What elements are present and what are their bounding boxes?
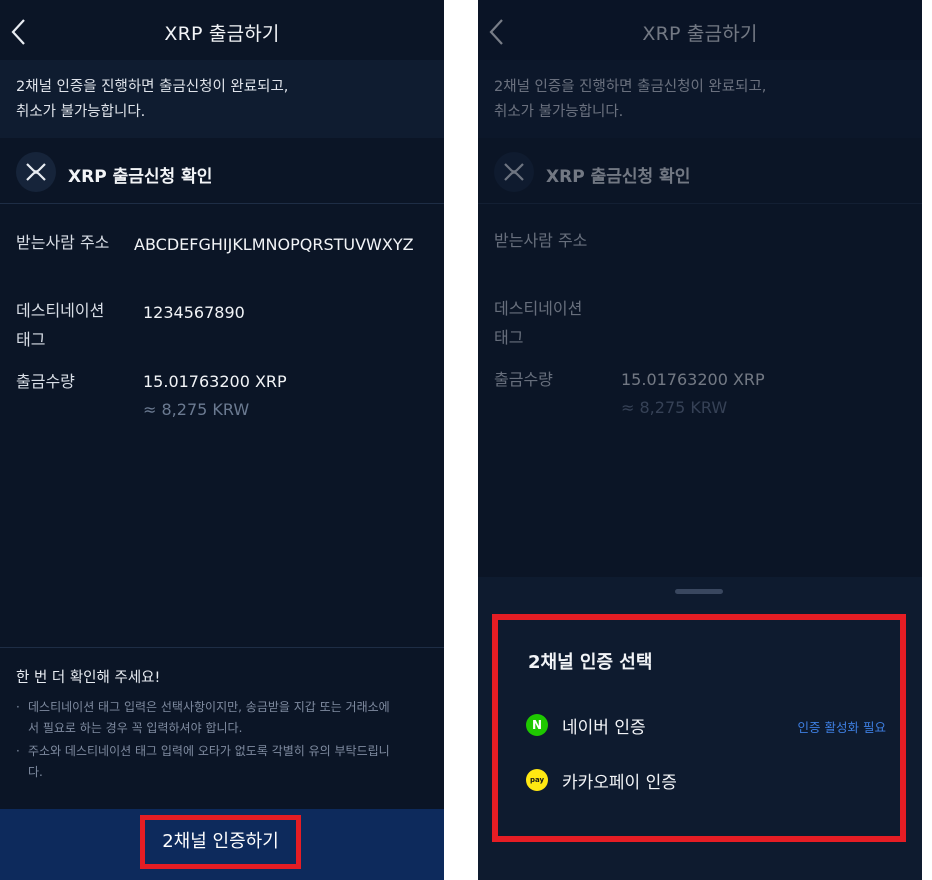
check-item: · 주소와 데스티네이션 태그 입력에 오타가 없도록 각별히 유의 부탁드립니… (16, 741, 428, 783)
address-label: 받는사람 주소 (494, 231, 588, 250)
amount-krw: ≈ 8,275 KRW (143, 400, 250, 419)
xrp-icon (16, 152, 56, 192)
activation-required-link[interactable]: 인증 활성화 필요 (798, 717, 886, 736)
tag-value: 1234567890 (143, 303, 245, 322)
withdraw-confirm-screen: XRP 출금하기 2채널 인증을 진행하면 출금신청이 완료되고, 취소가 불가… (0, 0, 444, 880)
tag-label-line-1: 데스티네이션 (16, 301, 105, 320)
tag-label-line-2: 태그 (16, 330, 46, 349)
option-label: 네이버 인증 (562, 718, 646, 738)
naver-icon: N (526, 714, 548, 736)
notice-line-2: 취소가 불가능합니다. (494, 104, 624, 120)
page-title: XRP 출금하기 (164, 23, 280, 45)
sheet-drag-handle[interactable] (675, 589, 723, 594)
amount-label: 출금수량 (16, 372, 75, 391)
two-channel-auth-button[interactable]: 2채널 인증하기 (140, 815, 301, 869)
check-item: · 데스티네이션 태그 입력은 선택사항이지만, 송금받을 지갑 또는 거래소에… (16, 697, 428, 739)
notice-banner: 2채널 인증을 진행하면 출금신청이 완료되고, 취소가 불가능합니다. (0, 60, 444, 138)
notice-line-2: 취소가 불가능합니다. (16, 104, 146, 120)
address-value: ABCDEFGHIJKLMNOPQRSTUVWXYZ (134, 235, 414, 254)
check-notice: 한 번 더 확인해 주세요! · 데스티네이션 태그 입력은 선택사항이지만, … (0, 647, 444, 809)
bullet: · (16, 700, 20, 714)
coin-header: XRP 출금신청 확인 (0, 138, 444, 204)
amount-value: 15.01763200 XRP (621, 370, 765, 389)
coin-header: XRP 출금신청 확인 (478, 138, 922, 204)
sheet-title: 2채널 인증 선택 (528, 652, 653, 673)
address-label: 받는사람 주소 (16, 233, 110, 252)
amount-krw: ≈ 8,275 KRW (621, 398, 728, 417)
bullet: · (16, 744, 20, 758)
header: XRP 출금하기 (478, 0, 922, 60)
coin-title: XRP 출금신청 확인 (68, 167, 213, 187)
header: XRP 출금하기 (0, 0, 444, 60)
check-item-1-line-1: 데스티네이션 태그 입력은 선택사항이지만, 송금받을 지갑 또는 거래소에 (28, 700, 390, 714)
kakaopay-icon: pay (526, 769, 548, 791)
notice-line-1: 2채널 인증을 진행하면 출금신청이 완료되고, (16, 79, 289, 95)
auth-select-screen: XRP 출금하기 2채널 인증을 진행하면 출금신청이 완료되고, 취소가 불가… (478, 0, 922, 880)
check-title: 한 번 더 확인해 주세요! (16, 670, 161, 686)
check-item-2-line-2: 다. (28, 765, 43, 779)
amount-value: 15.01763200 XRP (143, 372, 287, 391)
naver-auth-option[interactable]: N 네이버 인증 인증 활성화 필요 (526, 710, 886, 740)
tag-label-line-2: 태그 (494, 328, 524, 347)
option-label: 카카오페이 인증 (562, 773, 677, 793)
check-item-2-line-1: 주소와 데스티네이션 태그 입력에 오타가 없도록 각별히 유의 부탁드립니 (28, 744, 390, 758)
check-item-1-line-2: 서 필요로 하는 경우 꼭 입력하셔야 합니다. (28, 721, 243, 735)
auth-bottom-sheet: 2채널 인증 선택 N 네이버 인증 인증 활성화 필요 pay 카카오페이 인… (478, 577, 922, 880)
notice-line-1: 2채널 인증을 진행하면 출금신청이 완료되고, (494, 79, 767, 95)
xrp-icon (494, 152, 534, 192)
amount-label: 출금수량 (494, 370, 553, 389)
coin-title: XRP 출금신청 확인 (546, 167, 691, 187)
auth-select-highlight: 2채널 인증 선택 N 네이버 인증 인증 활성화 필요 pay 카카오페이 인… (492, 614, 906, 842)
notice-banner: 2채널 인증을 진행하면 출금신청이 완료되고, 취소가 불가능합니다. (478, 60, 922, 138)
page-title: XRP 출금하기 (642, 23, 758, 45)
tag-label-line-1: 데스티네이션 (494, 299, 583, 318)
kakaopay-auth-option[interactable]: pay 카카오페이 인증 (526, 765, 886, 795)
